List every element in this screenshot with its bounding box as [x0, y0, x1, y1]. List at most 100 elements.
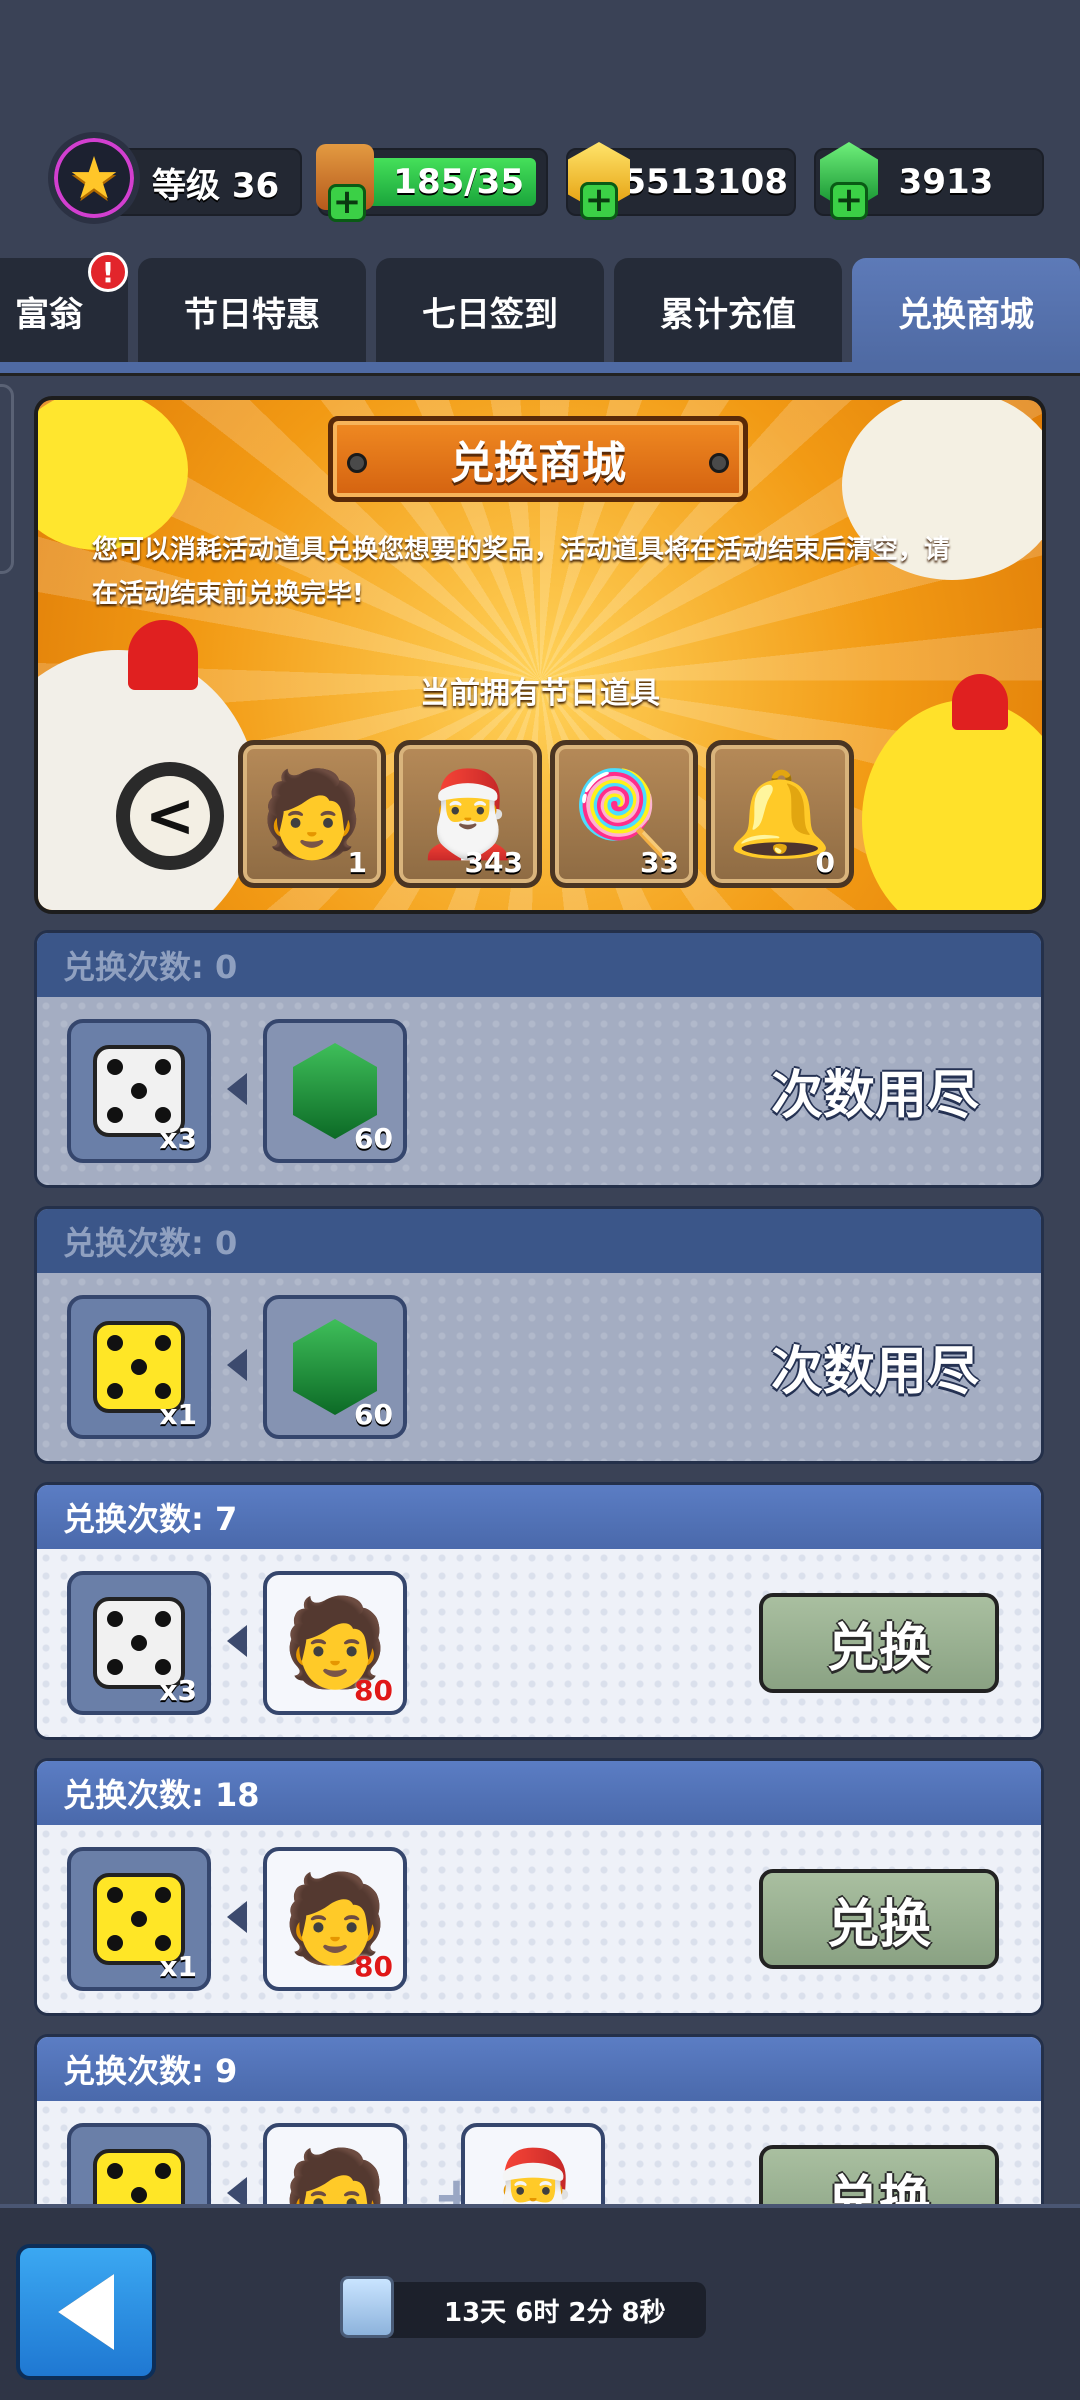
- cost-amount: 80: [354, 1950, 393, 1983]
- tab-label: 七日签到: [422, 294, 558, 335]
- add-energy-button[interactable]: +: [328, 184, 366, 222]
- candy-cane-icon: 🍭: [571, 765, 677, 863]
- owned-count: 0: [815, 846, 835, 879]
- bell-icon: 🔔: [727, 765, 833, 863]
- banner-description: 您可以消耗活动道具兑换您想要的奖品，活动道具将在活动结束后清空，请在活动结束前兑…: [92, 535, 951, 609]
- level-label: 等级 36: [152, 165, 280, 206]
- cost-amount: 80: [354, 1674, 393, 1707]
- exchange-button-label: 兑换: [826, 1894, 931, 1955]
- exchange-count: 兑换次数: 0: [63, 1224, 238, 1262]
- owned-items: 🧑 1 🎅 343 🍭 33 🔔 0: [238, 740, 858, 888]
- reward-slot[interactable]: x1: [67, 1295, 211, 1439]
- exchange-count: 兑换次数: 7: [63, 1500, 238, 1538]
- limit-reached-label: 次数用尽: [770, 1342, 979, 1402]
- alert-badge: !: [88, 252, 128, 292]
- gem-pill: + 3913: [814, 142, 1044, 220]
- timer-text: 13天 6时 2分 8秒: [444, 2297, 666, 2328]
- exchange-button[interactable]: 兑换: [759, 1869, 999, 1969]
- owned-item-candy-cane[interactable]: 🍭 33: [550, 740, 698, 888]
- add-gems-button[interactable]: +: [830, 182, 868, 220]
- bolt-icon: [709, 453, 729, 473]
- card-body: x3 60 次数用尽: [37, 997, 1041, 1185]
- owned-count: 343: [464, 846, 523, 879]
- card-body: x1 60 次数用尽: [37, 1273, 1041, 1461]
- banner-title: 兑换商城: [328, 416, 748, 502]
- exchange-button[interactable]: 兑换: [759, 1593, 999, 1693]
- event-timer: 13天 6时 2分 8秒: [340, 2276, 706, 2338]
- tab-holiday-deals[interactable]: 节日特惠: [138, 258, 366, 364]
- exchange-shop-banner: 兑换商城 您可以消耗活动道具兑换您想要的奖品，活动道具将在活动结束后清空，请在活…: [34, 396, 1046, 914]
- gingerbread-icon: 🧑: [259, 765, 365, 863]
- prev-arrow-button[interactable]: <: [116, 762, 224, 870]
- resource-bar: ★ 等级 36 + 185/35 + 15513108 + 3913: [0, 132, 1080, 232]
- cost-slot[interactable]: 60: [263, 1295, 407, 1439]
- card-body: x3 🧑 80 兑换: [37, 1549, 1041, 1737]
- energy-bar: 185/35: [362, 158, 536, 206]
- owned-item-santa-hat[interactable]: 🎅 343: [394, 740, 542, 888]
- chick-illustration: [38, 400, 188, 550]
- card-header: 兑换次数: 0: [37, 933, 1041, 997]
- side-panel-edge[interactable]: [0, 384, 14, 574]
- back-arrow-icon: [58, 2274, 114, 2350]
- card-body: x1 🧑 80 兑换: [37, 1825, 1041, 2013]
- card-header: 兑换次数: 0: [37, 1209, 1041, 1273]
- star-icon: ★: [68, 144, 120, 212]
- exchange-button-label: 兑换: [826, 1618, 931, 1679]
- santa-hat-icon: 🎅: [415, 765, 521, 863]
- owned-count: 33: [640, 846, 679, 879]
- bolt-icon: [347, 453, 367, 473]
- exchange-card: 兑换次数: 0 x1 60 次数用尽: [34, 1206, 1044, 1464]
- energy-value: 185/35: [393, 162, 524, 202]
- tab-underline: [0, 362, 1080, 376]
- reward-qty: x1: [159, 1398, 197, 1431]
- arrow-left-icon: [227, 1349, 247, 1381]
- chick-illustration: [862, 674, 1042, 910]
- card-header: 兑换次数: 18: [37, 1761, 1041, 1825]
- arrow-left-icon: [227, 1901, 247, 1933]
- reward-qty: x3: [159, 1122, 197, 1155]
- arrow-left-icon: [227, 1073, 247, 1105]
- arrow-left-icon: [227, 1625, 247, 1657]
- owned-items-label: 当前拥有节日道具: [420, 676, 660, 711]
- reward-slot[interactable]: x3: [67, 1019, 211, 1163]
- energy-pill: + 185/35: [316, 144, 548, 222]
- owned-count: 1: [347, 846, 367, 879]
- exchange-count: 兑换次数: 0: [63, 948, 238, 986]
- tab-label: 富翁: [15, 294, 83, 335]
- exchange-card: 兑换次数: 0 x3 60 次数用尽: [34, 930, 1044, 1188]
- bottom-bar: 13天 6时 2分 8秒: [0, 2204, 1080, 2400]
- exchange-count: 兑换次数: 18: [63, 1776, 260, 1814]
- event-tabs: 富翁 节日特惠 七日签到 累计充值 兑换商城: [0, 258, 1080, 366]
- reward-qty: x1: [159, 1950, 197, 1983]
- reward-slot[interactable]: x1: [67, 1847, 211, 1991]
- exchange-card: 兑换次数: 7 x3 🧑 80 兑换: [34, 1482, 1044, 1740]
- cost-amount: 60: [354, 1122, 393, 1155]
- owned-item-gingerbread[interactable]: 🧑 1: [238, 740, 386, 888]
- card-header: 兑换次数: 9: [37, 2037, 1041, 2101]
- exchange-card: 兑换次数: 18 x1 🧑 80 兑换: [34, 1758, 1044, 2016]
- tab-exchange-shop[interactable]: 兑换商城: [852, 258, 1080, 364]
- level-badge[interactable]: ★: [48, 132, 140, 224]
- tab-label: 节日特惠: [184, 294, 320, 335]
- reward-qty: x3: [159, 1674, 197, 1707]
- card-header: 兑换次数: 7: [37, 1485, 1041, 1549]
- chevron-left-icon: <: [144, 781, 196, 851]
- limit-reached-label: 次数用尽: [770, 1066, 979, 1126]
- owned-item-bell[interactable]: 🔔 0: [706, 740, 854, 888]
- cost-slot[interactable]: 🧑 80: [263, 1571, 407, 1715]
- cost-slot[interactable]: 60: [263, 1019, 407, 1163]
- add-coins-button[interactable]: +: [580, 182, 618, 220]
- hourglass-icon: [340, 2276, 394, 2338]
- tab-seven-day-checkin[interactable]: 七日签到: [376, 258, 604, 364]
- back-button[interactable]: [16, 2244, 156, 2380]
- tab-label: 兑换商城: [898, 294, 1034, 335]
- exchange-count: 兑换次数: 9: [63, 2052, 238, 2090]
- gem-value: 3913: [898, 162, 994, 202]
- coin-pill: + 15513108: [566, 142, 796, 220]
- tab-cumulative-recharge[interactable]: 累计充值: [614, 258, 842, 364]
- reward-slot[interactable]: x3: [67, 1571, 211, 1715]
- cost-amount: 60: [354, 1398, 393, 1431]
- banner-title-text: 兑换商城: [450, 438, 626, 489]
- tab-label: 累计充值: [660, 294, 796, 335]
- cost-slot[interactable]: 🧑 80: [263, 1847, 407, 1991]
